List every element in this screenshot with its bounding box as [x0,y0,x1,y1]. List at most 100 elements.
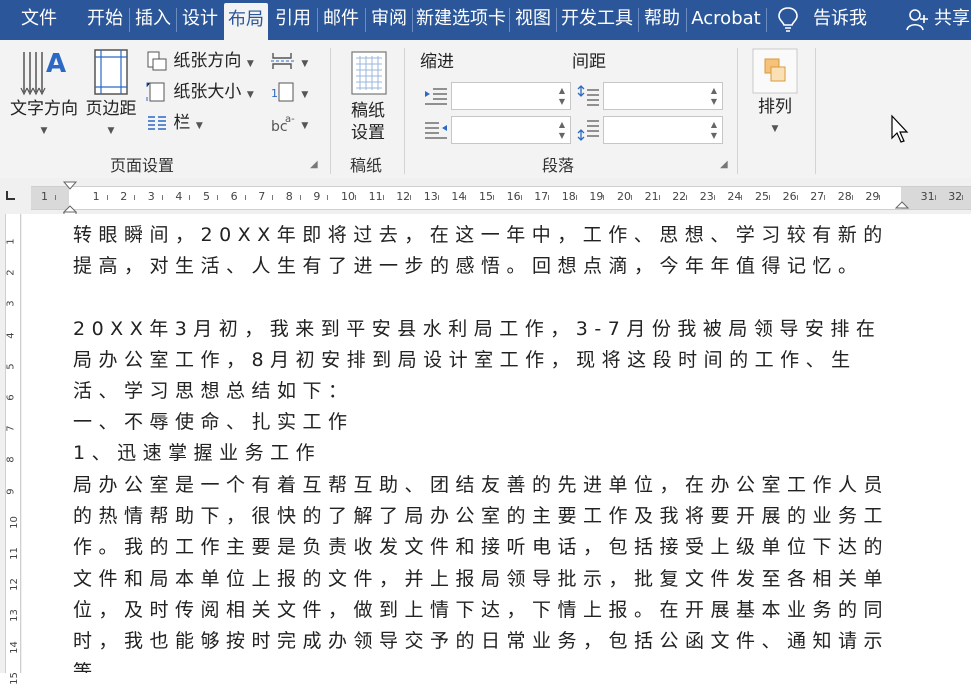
chevron-down-icon: ▼ [301,59,309,69]
tab-divider [176,8,177,32]
spacing-title: 间距 [572,52,606,72]
spin-up-icon[interactable]: ▲ [559,121,565,129]
page-size-icon [146,82,165,102]
spin-up-icon[interactable]: ▲ [711,121,717,129]
text-direction-button[interactable]: 文字方向 ▼ [6,98,82,142]
ruler-number: 32 [948,190,963,203]
spacing-after-field[interactable]: ▲ ▼ [603,116,723,144]
spin-down-icon[interactable]: ▼ [711,132,717,140]
columns-button[interactable]: 栏 ▼ [146,111,203,135]
ruler-number: 29 [865,190,880,203]
arrange-button[interactable]: 排列 ▼ [748,96,802,140]
manuscript-label-line2: 设置 [351,123,385,143]
tab-design[interactable]: 设计 [178,0,222,40]
size-button[interactable]: 纸张大小 ▼ [146,80,254,104]
tell-me-box[interactable]: 告诉我 [806,0,874,40]
ruler-tick [272,195,274,200]
tab-acrobat[interactable]: Acrobat [688,0,764,40]
dialog-launcher-icon[interactable]: ◢ [720,160,730,170]
orientation-button[interactable]: 纸张方向 ▼ [146,49,254,73]
text-direction-icon: A [20,49,66,96]
vertical-ruler-number: 7 [5,425,17,432]
tab-divider [509,8,510,32]
document-paragraph[interactable]: 局办公室是一个有着互帮互助、团结友善的先进单位，在办公室工作人员的热情帮助下，很… [73,470,903,673]
spin-down-icon[interactable]: ▼ [559,98,565,106]
ruler-number: 15 [479,190,493,203]
vertical-ruler-number: 5 [5,363,17,370]
indent-right-field[interactable]: ▲ ▼ [451,116,571,144]
ruler-number: 3 [147,190,155,203]
ruler-tick [631,195,632,200]
tab-developer[interactable]: 开发工具 [558,0,636,40]
ruler-tick [55,195,56,200]
svg-text:a-: a- [285,114,295,125]
spin-down-icon[interactable]: ▼ [559,132,565,140]
chevron-down-icon: ▼ [301,90,309,100]
share-button[interactable]: 共享 [934,0,971,40]
margins-button[interactable]: 页边距 ▼ [80,98,142,142]
dialog-launcher-icon[interactable]: ◢ [310,160,320,170]
ruler-tick [493,195,494,200]
document-page[interactable]: 转眼瞬间，20XX年即将过去，在这一年中，工作、思想、学习较有新的提高，对生活、… [22,214,971,673]
document-paragraph[interactable]: 转眼瞬间，20XX年即将过去，在这一年中，工作、思想、学习较有新的提高，对生活、… [73,220,903,282]
tab-insert[interactable]: 插入 [131,0,175,40]
spin-up-icon[interactable]: ▲ [711,87,717,95]
ruler-tick [437,195,439,200]
margins-icon [94,49,128,95]
manuscript-label-line1: 稿纸 [351,101,385,121]
ruler-number: 18 [561,190,576,203]
tab-new-tab[interactable]: 新建选项卡 [414,0,508,40]
tab-selector-icon[interactable] [4,190,16,202]
hyphenation-button[interactable]: bc a- ▼ [270,111,308,135]
line-numbers-button[interactable]: 1 ▼ [270,80,308,104]
right-indent-marker-icon[interactable] [895,198,909,212]
chevron-down-icon: ▼ [246,90,254,100]
indent-marker-icon[interactable] [63,180,77,216]
document-subheading[interactable]: 1、迅速掌握业务工作 [73,438,903,469]
ruler-tick [769,195,770,200]
horizontal-ruler[interactable]: 1 1 2 3 4 5 6 7 8 9 10 11 12 13 14 15 16 17 18 19 20 21 22 23 24… [31,186,971,210]
columns-label: 栏 [173,113,191,133]
ruler-number: 8 [285,190,293,203]
spacing-before-icon [577,85,599,106]
ruler-tick [189,195,191,200]
indent-title: 缩进 [420,52,454,72]
breaks-button[interactable]: ▼ [270,49,308,73]
tab-references[interactable]: 引用 [271,0,315,40]
vertical-ruler[interactable]: 1 2 3 4 5 6 7 8 9 10 11 12 13 14 15 [0,214,22,685]
tab-home[interactable]: 开始 [82,0,128,40]
ruler-number: 13 [423,190,438,203]
tab-help[interactable]: 帮助 [640,0,684,40]
tab-divider [317,8,318,32]
document-heading[interactable]: 一、不辱使命、扎实工作 [73,407,903,438]
ruler-number: 21 [644,190,659,203]
ruler-number: 28 [837,190,852,203]
spin-down-icon[interactable]: ▼ [711,98,717,106]
chevron-down-icon: ▼ [195,121,203,131]
manuscript-settings-button[interactable]: 稿纸 设置 [340,100,396,144]
spacing-before-field[interactable]: ▲ ▼ [603,82,723,110]
vertical-ruler-number: 12 [8,578,20,592]
tab-mailings[interactable]: 邮件 [319,0,363,40]
ruler-tick [410,195,412,200]
vertical-ruler-number: 4 [5,331,17,339]
indent-left-field[interactable]: ▲ ▼ [451,82,571,110]
spin-up-icon[interactable]: ▲ [559,87,565,95]
ruler-tick [603,195,605,200]
vertical-ruler-number: 2 [5,269,17,276]
tab-review[interactable]: 审阅 [367,0,411,40]
ruler-number: 10 [341,190,355,203]
vertical-ruler-number: 10 [8,515,20,529]
ruler-number: 22 [672,190,687,203]
ruler-tick [355,195,356,200]
ruler-number: 24 [727,190,742,203]
indent-right-icon [425,122,447,139]
tab-view[interactable]: 视图 [511,0,555,40]
tab-divider [365,8,366,32]
document-paragraph[interactable]: 20XX年3月初，我来到平安县水利局工作，3-7月份我被局领导安排在局办公室工作… [73,314,903,408]
ruler-number: 20 [617,190,631,203]
tab-layout[interactable]: 布局 [224,3,268,40]
line-numbers-icon: 1 [271,82,294,102]
tab-file[interactable]: 文件 [10,0,68,40]
ruler-tick [741,195,743,200]
